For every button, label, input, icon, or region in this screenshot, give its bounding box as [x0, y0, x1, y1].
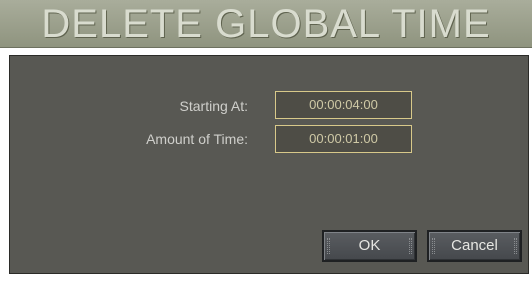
dialog-title: DELETE GLOBAL TIME [41, 2, 491, 46]
cancel-button[interactable]: Cancel [427, 230, 522, 262]
starting-at-field[interactable]: 00:00:04:00 [275, 91, 412, 119]
ok-button-label: OK [358, 237, 381, 254]
button-grip-right [409, 238, 412, 254]
button-grip-right [514, 238, 517, 254]
ok-button[interactable]: OK [322, 230, 417, 262]
amount-of-time-label: Amount of Time: [146, 131, 248, 147]
button-grip-left [327, 238, 330, 254]
starting-at-label: Starting At: [179, 98, 248, 114]
delete-global-time-dialog: DELETE GLOBAL TIME Starting At: 00:00:04… [0, 0, 532, 282]
amount-of-time-field[interactable]: 00:00:01:00 [275, 125, 412, 153]
cancel-button-label: Cancel [451, 237, 498, 254]
button-grip-left [432, 238, 435, 254]
title-bar: DELETE GLOBAL TIME [0, 0, 532, 48]
dialog-margin [0, 48, 9, 282]
